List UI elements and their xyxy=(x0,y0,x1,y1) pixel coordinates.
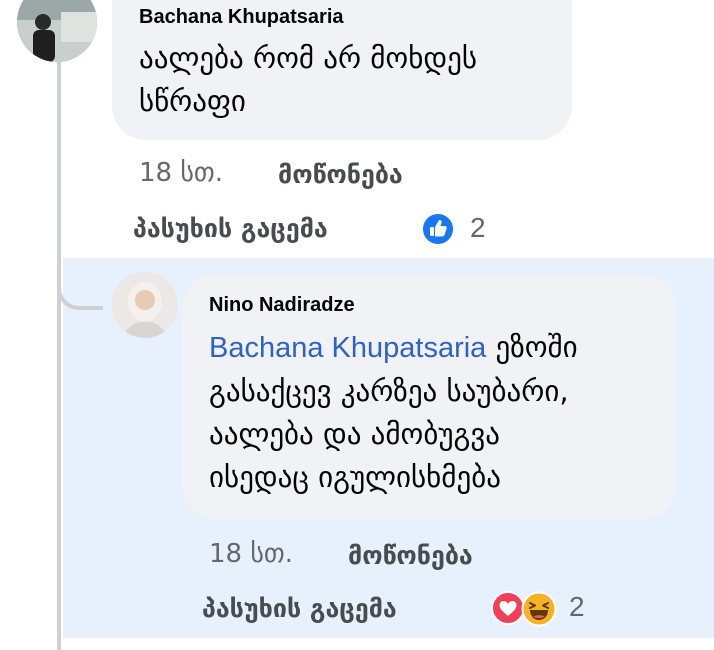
love-icon[interactable] xyxy=(491,591,525,625)
comment-author[interactable]: Bachana Khupatsaria xyxy=(139,6,344,29)
thread-line xyxy=(57,60,61,650)
comment-text-line: Bachana Khupatsaria ეზოში xyxy=(209,326,669,370)
comment-text-line: აალება და ამობუგვა xyxy=(209,417,500,451)
avatar[interactable] xyxy=(17,0,97,62)
comment-text-line: სწრაფი xyxy=(139,84,246,118)
mention-link[interactable]: Bachana Khupatsaria xyxy=(209,332,486,364)
like-button[interactable]: მოწონება xyxy=(278,160,403,189)
like-button[interactable]: მოწონება xyxy=(348,541,473,570)
reply-button[interactable]: პასუხის გაცემა xyxy=(202,594,397,623)
comment-text-fragment: ეზოში xyxy=(486,330,578,364)
comment-text: Bachana Khupatsaria ეზოში გასაქცევ კარზე… xyxy=(209,326,669,499)
reply-button[interactable]: პასუხის გაცემა xyxy=(133,214,328,243)
avatar[interactable] xyxy=(112,272,178,338)
comment-timestamp[interactable]: 18 სთ. xyxy=(139,158,223,188)
comment-author[interactable]: Nino Nadiradze xyxy=(209,294,355,317)
comment-text-line: აალება რომ არ მოხდეს xyxy=(139,41,477,75)
comment-text-line: გასაქცევ კარზეა საუბარი, xyxy=(209,374,569,408)
reaction-count[interactable]: 2 xyxy=(470,212,486,244)
reaction-count[interactable]: 2 xyxy=(569,591,585,623)
comment-text-line: ისედაც იგულისხმება xyxy=(209,460,501,494)
like-icon[interactable] xyxy=(421,212,455,246)
haha-icon[interactable] xyxy=(521,591,557,627)
comment-text: აალება რომ არ მოხდეს სწრაფი xyxy=(139,37,477,123)
comment-timestamp[interactable]: 18 სთ. xyxy=(209,539,293,569)
